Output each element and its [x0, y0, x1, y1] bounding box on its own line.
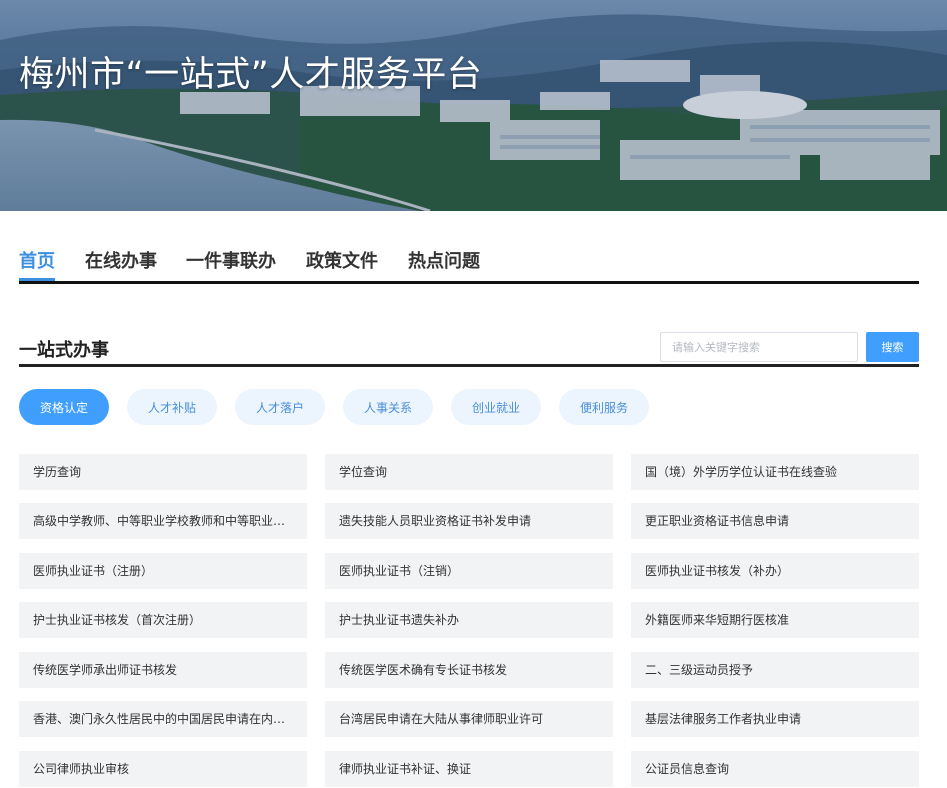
nav-tab-hot-questions[interactable]: 热点问题 — [408, 247, 480, 273]
service-item[interactable]: 基层法律服务工作者执业申请 — [631, 701, 919, 737]
service-item[interactable]: 传统医学医术确有专长证书核发 — [325, 652, 613, 688]
service-item[interactable]: 外籍医师来华短期行医核准 — [631, 602, 919, 638]
service-item[interactable]: 台湾居民申请在大陆从事律师职业许可 — [325, 701, 613, 737]
service-item[interactable]: 学历查询 — [19, 454, 307, 490]
service-item[interactable]: 律师执业证书补证、换证 — [325, 751, 613, 787]
service-item[interactable]: 护士执业证书遗失补办 — [325, 602, 613, 638]
service-item[interactable]: 香港、澳门永久性居民中的中国居民申请在内地从事律师职业许可 — [19, 701, 307, 737]
nav-tab-joint-services[interactable]: 一件事联办 — [186, 247, 276, 273]
site-title: 梅州市“一站式”人才服务平台 — [19, 55, 483, 95]
category-talent-subsidy[interactable]: 人才补贴 — [127, 389, 217, 425]
service-item[interactable]: 公证员信息查询 — [631, 751, 919, 787]
category-talent-settlement[interactable]: 人才落户 — [235, 389, 325, 425]
header-banner: 梅州市“一站式”人才服务平台 — [0, 0, 947, 211]
nav-tab-home[interactable]: 首页 — [19, 247, 55, 273]
search-button[interactable]: 搜索 — [866, 332, 919, 362]
service-item[interactable]: 医师执业证书（注册） — [19, 553, 307, 589]
service-item[interactable]: 遗失技能人员职业资格证书补发申请 — [325, 503, 613, 539]
nav-tab-online-services[interactable]: 在线办事 — [85, 247, 157, 273]
category-qualification[interactable]: 资格认定 — [19, 389, 109, 425]
service-item[interactable]: 医师执业证书核发（补办） — [631, 553, 919, 589]
nav-tab-policy-documents[interactable]: 政策文件 — [306, 247, 378, 273]
city-skyline-image — [0, 0, 947, 211]
service-item[interactable]: 更正职业资格证书信息申请 — [631, 503, 919, 539]
service-item[interactable]: 护士执业证书核发（首次注册） — [19, 602, 307, 638]
service-item[interactable]: 二、三级运动员授予 — [631, 652, 919, 688]
service-item[interactable]: 传统医学师承出师证书核发 — [19, 652, 307, 688]
service-item[interactable]: 公司律师执业审核 — [19, 751, 307, 787]
service-item[interactable]: 学位查询 — [325, 454, 613, 490]
service-item[interactable]: 高级中学教师、中等职业学校教师和中等职业学校实习指导教师资格认定 — [19, 503, 307, 539]
service-item[interactable]: 医师执业证书（注销） — [325, 553, 613, 589]
search-input[interactable] — [660, 332, 858, 362]
one-stop-section-header: 一站式办事 搜索 — [19, 330, 919, 367]
active-tab-indicator — [19, 278, 55, 281]
section-title: 一站式办事 — [19, 340, 109, 361]
category-convenience-services[interactable]: 便利服务 — [559, 389, 649, 425]
category-personnel-relations[interactable]: 人事关系 — [343, 389, 433, 425]
main-nav: 首页 在线办事 一件事联办 政策文件 热点问题 — [19, 243, 919, 284]
service-item[interactable]: 国（境）外学历学位认证书在线查验 — [631, 454, 919, 490]
category-entrepreneurship-employment[interactable]: 创业就业 — [451, 389, 541, 425]
